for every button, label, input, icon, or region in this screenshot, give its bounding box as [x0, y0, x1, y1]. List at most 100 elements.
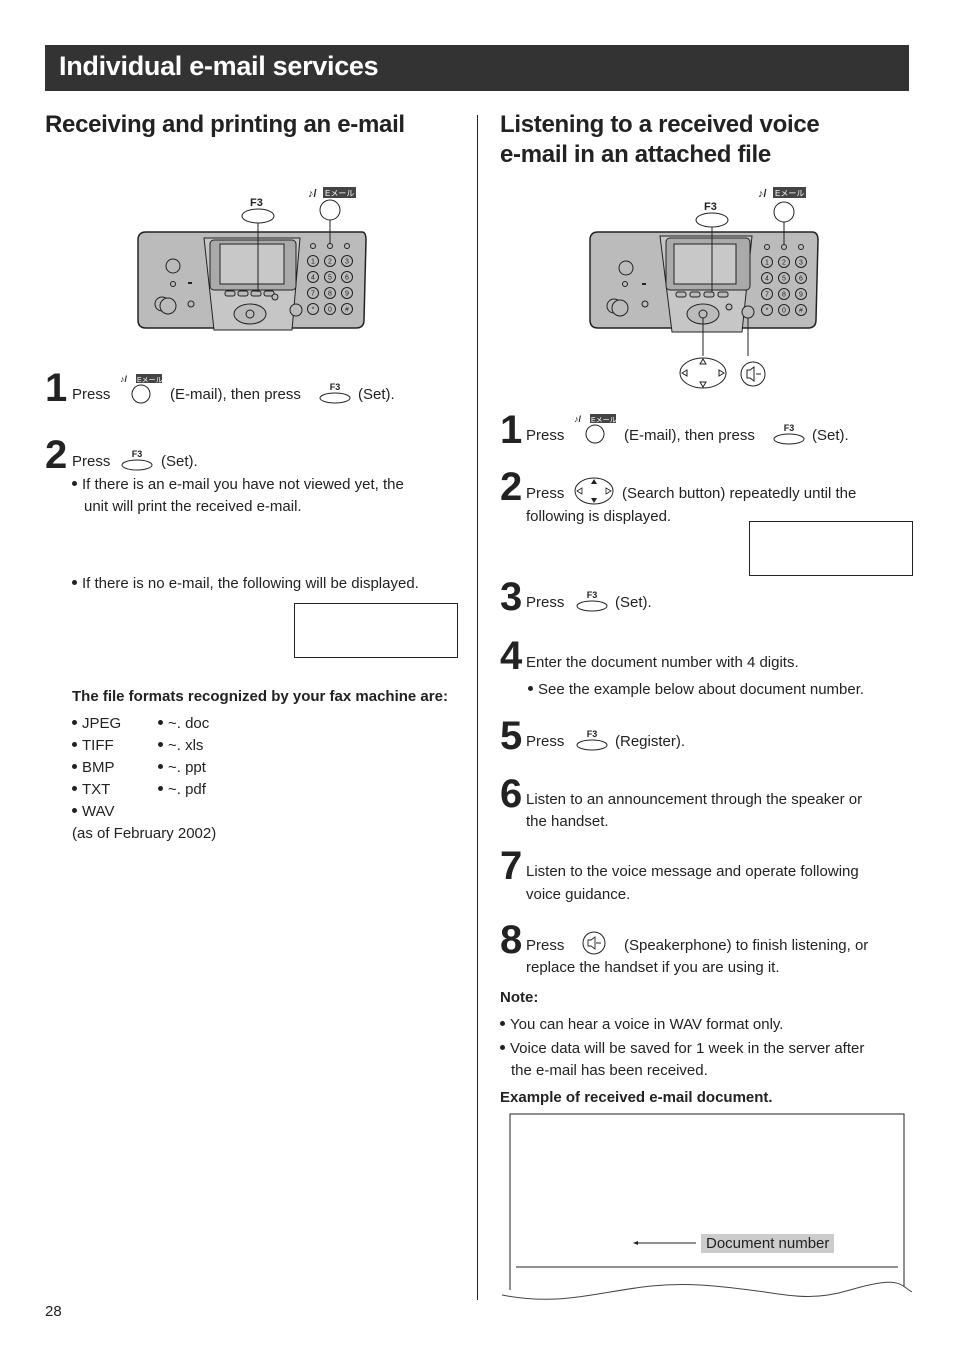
step-text: (Speakerphone) to finish listening, or [624, 937, 869, 954]
search-button-icon [574, 477, 614, 505]
speakerphone-button-callout [740, 361, 766, 387]
step-text: Press [72, 386, 111, 403]
svg-text:♪/: ♪/ [758, 188, 767, 200]
step-text: (E-mail), then press [624, 427, 755, 444]
email-key-icon: ♪/ Eメール [120, 374, 163, 404]
note-item: Voice data will be saved for 1 week in t… [500, 1038, 864, 1060]
f3-key-icon: F3 [576, 590, 608, 612]
step-text: Listen to an announcement through the sp… [526, 791, 863, 808]
bullet-continuation: unit will print the received e-mail. [84, 498, 302, 515]
step-number: 2 [500, 465, 523, 509]
step-text: Press [526, 485, 565, 502]
svg-text:F3: F3 [132, 449, 143, 459]
step-number: 6 [500, 772, 523, 816]
step-text: Enter the document number with 4 digits. [526, 654, 799, 671]
keypad-key-label: 1 [311, 259, 315, 266]
step-number: 4 [500, 634, 523, 678]
keypad-key-label: 6 [799, 276, 803, 283]
step-number: 7 [500, 844, 523, 888]
email-key-label: ♪/ Eメール [308, 187, 356, 200]
display-box [294, 603, 458, 658]
keypad-key-label: 7 [765, 292, 769, 299]
note-item: You can hear a voice in WAV format only. [500, 1014, 783, 1036]
keypad-key-label: 5 [782, 276, 786, 283]
f3-key-icon: F3 [576, 729, 608, 751]
svg-text:♪/: ♪/ [308, 188, 317, 200]
keypad-key-label: * [766, 308, 769, 315]
f3-label: F3 [250, 197, 263, 209]
keypad-key-label: 2 [328, 259, 332, 266]
bullet-item: See the example below about document num… [528, 679, 864, 701]
format-item: ~. pdf [158, 779, 209, 801]
lcd-screen [673, 243, 737, 285]
bullet-item: If there is an e-mail you have not viewe… [72, 474, 404, 496]
step-text: Press [526, 937, 565, 954]
email-button-callout [773, 201, 795, 223]
format-item: WAV [72, 801, 216, 823]
page-title: Individual e-mail services [59, 51, 379, 81]
step-text: the handset. [526, 813, 609, 830]
step-text: (Register). [615, 733, 686, 750]
keypad-key-label: 2 [782, 260, 786, 267]
keypad-key-label: 6 [345, 275, 349, 282]
f3-key-icon: F3 [773, 423, 805, 445]
keypad-key-label: 3 [799, 260, 803, 267]
step-text: (Search button) repeatedly until the [622, 485, 857, 502]
display-box [749, 521, 913, 576]
step-number: 2 [45, 433, 68, 477]
example-document [501, 1113, 913, 1300]
step-text: Listen to the voice message and operate … [526, 863, 859, 880]
format-item: ~. ppt [158, 757, 209, 779]
step-text: (E-mail), then press [170, 386, 301, 403]
svg-text:Eメール: Eメール [325, 189, 354, 198]
step-text: following is displayed. [526, 508, 672, 525]
page-number: 28 [45, 1303, 62, 1320]
step-number: 8 [500, 918, 523, 962]
keypad-key-label: 8 [328, 291, 332, 298]
keypad-key-label: 4 [311, 275, 315, 282]
svg-text:Eメール: Eメール [591, 417, 617, 424]
column-divider [477, 115, 478, 1300]
format-item: ~. doc [158, 713, 209, 735]
svg-text:F3: F3 [784, 423, 795, 433]
svg-text:F3: F3 [330, 382, 341, 392]
page-header-banner: Individual e-mail services [45, 45, 909, 91]
search-button-callout [679, 357, 727, 389]
bullet-item: If there is no e-mail, the following wil… [72, 573, 419, 595]
f3-label: F3 [704, 201, 717, 213]
svg-text:F3: F3 [587, 729, 598, 739]
step-text: (Set). [812, 427, 849, 444]
svg-text:♪/: ♪/ [120, 374, 128, 384]
svg-text:Eメール: Eメール [137, 377, 163, 384]
formats-heading: The file formats recognized by your fax … [72, 688, 448, 705]
section-title-listening: Listening to a received voice e-mail in … [500, 111, 820, 168]
keypad-key-label: * [312, 307, 315, 314]
step-text: Press [526, 427, 565, 444]
keypad-key-label: 4 [765, 276, 769, 283]
step-text: replace the handset if you are using it. [526, 959, 780, 976]
note-heading: Note: [500, 989, 539, 1006]
keypad-key-label: # [799, 308, 803, 315]
fax-panel-illustration: ♪/ Eメール F3 1 2 3 4 5 6 7 8 9 * 0 # [137, 187, 367, 331]
f3-key-icon: F3 [121, 449, 153, 471]
keypad-key-label: 8 [782, 292, 786, 299]
f3-key-icon: F3 [319, 382, 351, 404]
step-text: Press [526, 733, 565, 750]
email-button-callout [319, 199, 341, 221]
formats-list-col2: ~. doc ~. xls ~. ppt ~. pdf [158, 713, 209, 801]
step-number: 5 [500, 714, 523, 758]
step-number: 3 [500, 575, 523, 619]
keypad-key-label: 3 [345, 259, 349, 266]
keypad-key-label: 7 [311, 291, 315, 298]
svg-text:♪/: ♪/ [574, 414, 582, 424]
step-text: Press [526, 594, 565, 611]
keypad-key-label: 0 [328, 307, 332, 314]
keypad-key-label: 1 [765, 260, 769, 267]
keypad-key-label: 0 [782, 308, 786, 315]
svg-text:Eメール: Eメール [775, 189, 804, 198]
example-heading: Example of received e-mail document. [500, 1089, 773, 1106]
f3-button-callout [695, 212, 729, 228]
document-number-label: Document number [701, 1234, 835, 1253]
step-text: (Set). [358, 386, 395, 403]
svg-text:F3: F3 [587, 590, 598, 600]
